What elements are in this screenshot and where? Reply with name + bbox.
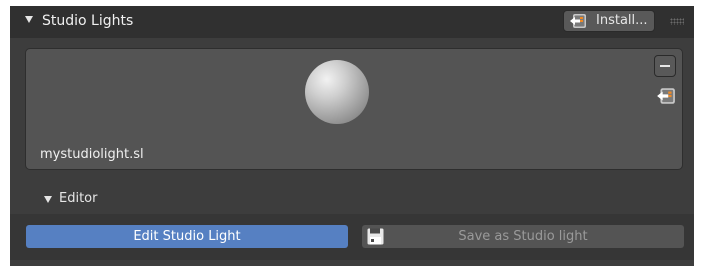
panel-header[interactable]: Studio Lights Install... — [10, 6, 694, 38]
install-button-label: Install... — [596, 13, 648, 28]
studio-light-sphere-preview — [305, 60, 369, 124]
disclosure-triangle-down-icon[interactable] — [44, 196, 52, 203]
panel-title: Studio Lights — [42, 13, 134, 29]
editor-button-row: Edit Studio Light Save as Studio light — [10, 214, 694, 260]
save-as-studio-light-label: Save as Studio light — [458, 229, 588, 244]
studio-light-preview[interactable]: mystudiolight.sl — [25, 48, 683, 170]
drag-handle-icon[interactable] — [670, 18, 684, 25]
edit-studio-light-button[interactable]: Edit Studio Light — [26, 225, 348, 248]
import-icon[interactable] — [656, 86, 676, 106]
editor-subpanel-header[interactable]: Editor — [10, 186, 694, 214]
remove-studio-light-button[interactable] — [654, 55, 676, 77]
save-as-studio-light-button[interactable]: Save as Studio light — [362, 225, 684, 248]
import-icon — [570, 14, 586, 28]
install-button[interactable]: Install... — [563, 10, 655, 32]
studio-light-file-name: mystudiolight.sl — [40, 147, 144, 162]
studio-lights-panel: Studio Lights Install... mystudiolight.s… — [10, 6, 694, 266]
editor-subpanel-title: Editor — [59, 191, 98, 206]
disclosure-triangle-down-icon[interactable] — [25, 16, 33, 23]
